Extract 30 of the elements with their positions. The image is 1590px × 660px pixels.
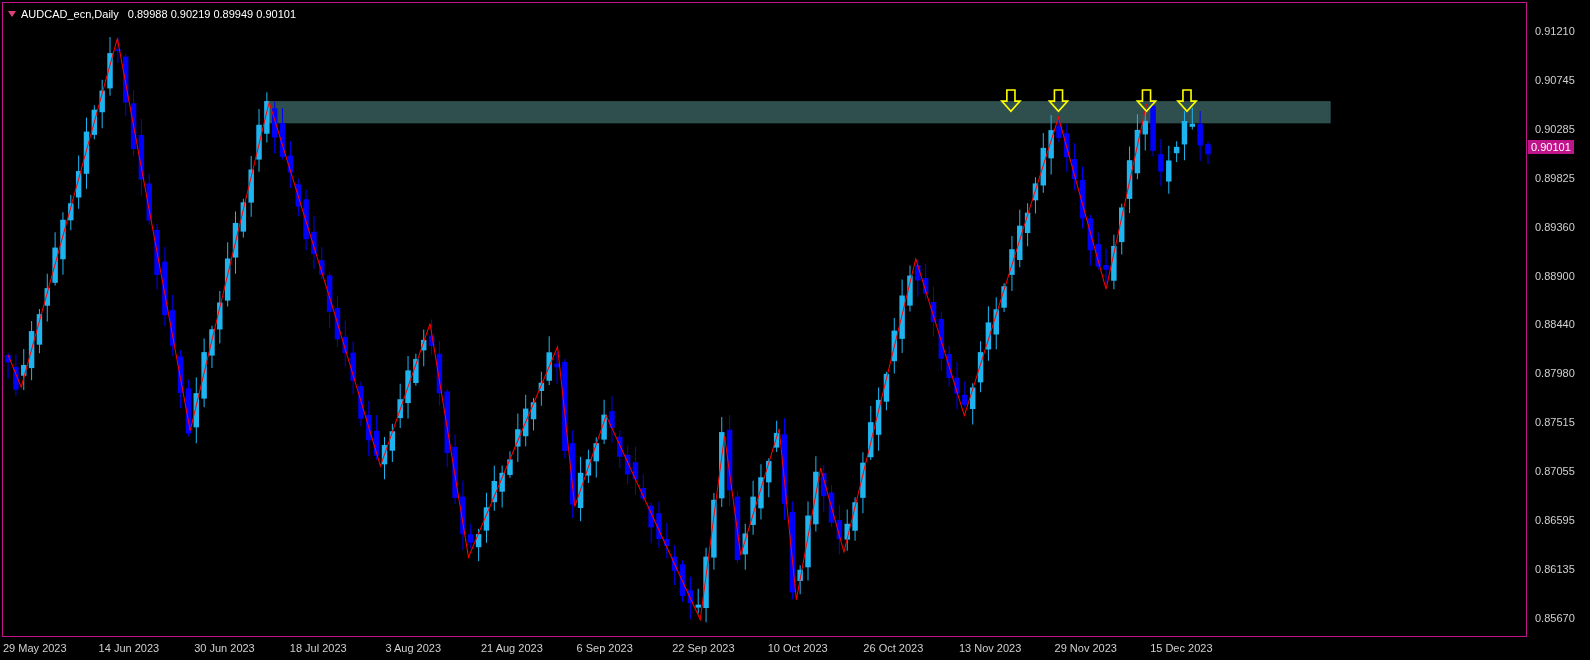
date-tick-label: 21 Aug 2023 xyxy=(480,642,543,654)
date-tick-label: 10 Oct 2023 xyxy=(767,642,828,654)
date-tick-label: 26 Oct 2023 xyxy=(863,642,924,654)
price-tick-label: 0.90285 xyxy=(1534,121,1576,137)
symbol-label: AUDCAD_ecn,Daily xyxy=(21,7,119,22)
price-tick-label: 0.86595 xyxy=(1534,513,1576,529)
price-tick-label: 0.89360 xyxy=(1534,219,1576,235)
date-tick-label: 13 Nov 2023 xyxy=(958,642,1022,654)
date-tick-label: 6 Sep 2023 xyxy=(576,642,633,654)
price-tick-label: 0.86135 xyxy=(1534,561,1576,577)
price-tick-label: 0.90745 xyxy=(1534,72,1576,88)
price-tick-label: 0.88900 xyxy=(1534,268,1576,284)
price-tick-label: 0.91210 xyxy=(1534,24,1576,39)
price-tick-label: 0.87055 xyxy=(1534,464,1576,480)
date-tick-label: 15 Dec 2023 xyxy=(1150,642,1213,654)
ohlc-values: 0.89988 0.90219 0.89949 0.90101 xyxy=(127,7,297,22)
price-tick-label: 0.87515 xyxy=(1534,415,1576,431)
price-tick-label: 0.88440 xyxy=(1534,317,1576,333)
date-tick-label: 3 Aug 2023 xyxy=(385,642,442,654)
price-tick-label: 0.87980 xyxy=(1534,366,1576,382)
price-tick-label: 0.85670 xyxy=(1534,610,1576,626)
price-tick-label: 0.89825 xyxy=(1534,170,1576,186)
date-tick-label: 29 Nov 2023 xyxy=(1054,642,1117,654)
date-tick-label: 14 Jun 2023 xyxy=(98,642,160,654)
date-tick-label: 30 Jun 2023 xyxy=(194,642,255,654)
date-tick-label: 29 May 2023 xyxy=(3,642,67,654)
current-price-badge: 0.90101 xyxy=(1528,140,1574,154)
dropdown-triangle-icon[interactable] xyxy=(8,11,16,18)
date-tick-label: 18 Jul 2023 xyxy=(289,642,347,654)
date-tick-label: 22 Sep 2023 xyxy=(672,642,735,654)
